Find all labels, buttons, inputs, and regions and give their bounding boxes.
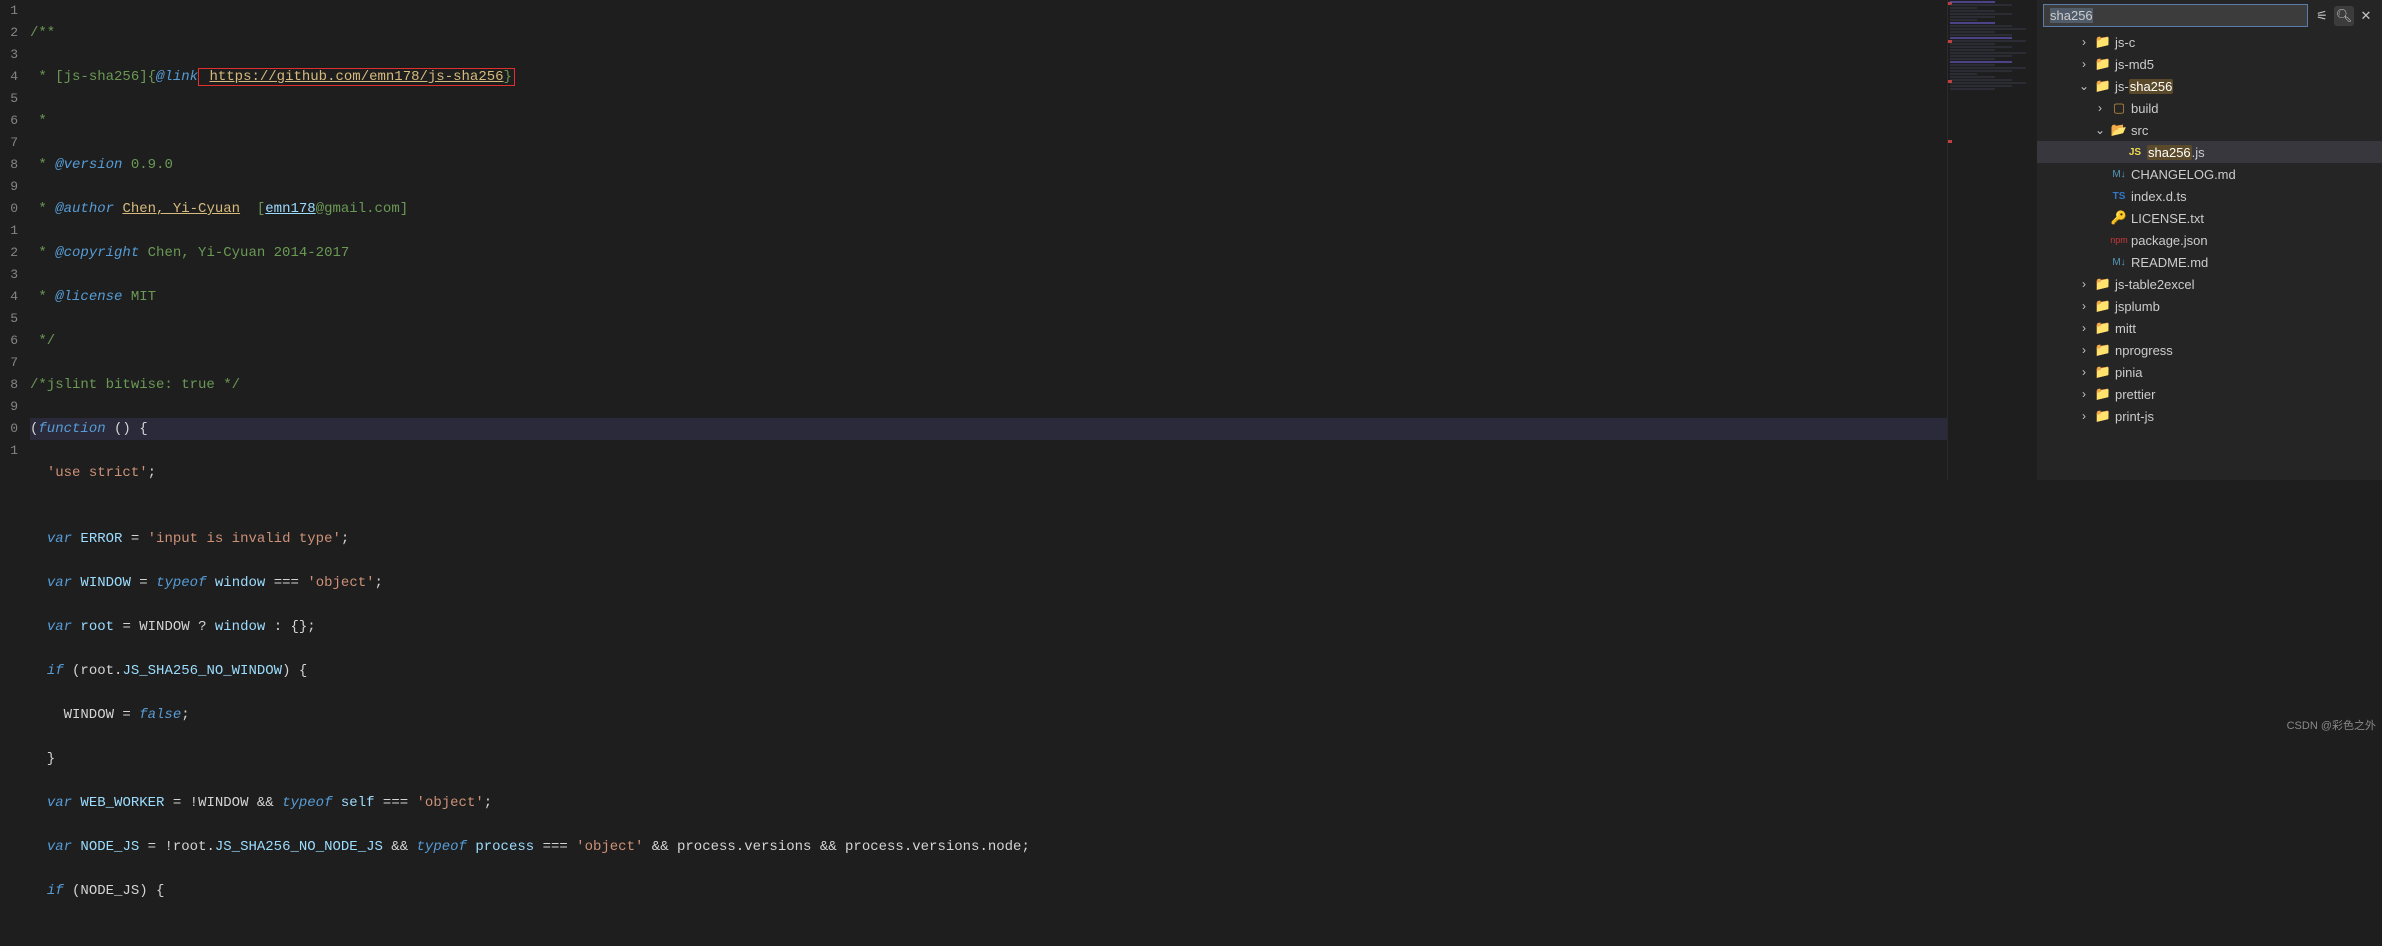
tree-label: nprogress — [2115, 343, 2173, 358]
tree-label: CHANGELOG.md — [2131, 167, 2236, 182]
line-gutter: 123456789012345678901 — [0, 0, 30, 480]
chevron-icon[interactable]: › — [2077, 299, 2091, 313]
tree-item-sha256-js[interactable]: JS sha256.js — [2037, 141, 2382, 163]
chevron-icon[interactable]: ⌄ — [2077, 79, 2091, 93]
watermark: CSDN @彩色之外 — [2287, 717, 2376, 733]
search-submit-icon[interactable]: 🔍︎ — [2334, 6, 2354, 26]
tree-item-readme-md[interactable]: M↓ README.md — [2037, 251, 2382, 273]
tree-label: js-md5 — [2115, 57, 2154, 72]
chevron-icon[interactable]: ⌄ — [2093, 123, 2107, 137]
explorer-search-input[interactable]: sha256 — [2043, 4, 2308, 27]
close-search-icon[interactable]: ✕ — [2356, 6, 2376, 26]
version-value: 0.9.0 — [122, 157, 172, 173]
copyright-value: Chen, Yi-Cyuan 2014-2017 — [139, 245, 349, 261]
minimap[interactable] — [1947, 0, 2037, 480]
redbox-link: https://github.com/emn178/js-sha256} — [198, 68, 515, 86]
tree-label: pinia — [2115, 365, 2142, 380]
folder-icon: 📁 — [2095, 276, 2111, 292]
folder-src-icon: 📂 — [2111, 122, 2127, 138]
folder-icon: 📁 — [2095, 342, 2111, 358]
tree-label: js-sha256 — [2115, 79, 2173, 94]
file-md-icon: M↓ — [2111, 257, 2127, 268]
filter-icon[interactable]: ⚟ — [2312, 6, 2332, 26]
license-value: MIT — [122, 289, 156, 305]
file-tree: › 📁 js-c › 📁 js-md5 ⌄ 📁 js-sha256 › ▢ build ⌄ 📂 src JS s… — [2037, 31, 2382, 480]
explorer-sidebar: sha256 ⚟ 🔍︎ ✕ ›📁js-c›📁js-md5⌄📁js-sha256›… — [2037, 0, 2382, 480]
tree-label: index.d.ts — [2131, 189, 2187, 204]
use-strict: 'use strict' — [47, 465, 148, 481]
file-ts-icon: TS — [2111, 191, 2127, 202]
folder-icon: 📁 — [2095, 56, 2111, 72]
tree-label: prettier — [2115, 387, 2155, 402]
jsdoc-copyright-tag: @copyright — [55, 245, 139, 261]
jsdoc-license-tag: @license — [55, 289, 122, 305]
chevron-icon[interactable]: › — [2077, 57, 2091, 71]
github-link[interactable]: https://github.com/emn178/js-sha256 — [209, 69, 503, 85]
chevron-icon[interactable]: › — [2077, 277, 2091, 291]
tree-item-index-d-ts[interactable]: TS index.d.ts — [2037, 185, 2382, 207]
tree-item-prettier[interactable]: › 📁 prettier — [2037, 383, 2382, 405]
file-md-icon: M↓ — [2111, 169, 2127, 180]
tree-item-pinia[interactable]: › 📁 pinia — [2037, 361, 2382, 383]
author-email: emn178 — [265, 201, 315, 217]
chevron-icon[interactable]: › — [2077, 321, 2091, 335]
tree-item-jsplumb[interactable]: › 📁 jsplumb — [2037, 295, 2382, 317]
file-lic-icon: 🔑 — [2111, 210, 2127, 226]
tree-label: sha256.js — [2147, 145, 2205, 160]
tree-item-package-json[interactable]: npm package.json — [2037, 229, 2382, 251]
tree-item-build[interactable]: › ▢ build — [2037, 97, 2382, 119]
error-string: 'input is invalid type' — [148, 531, 341, 547]
chevron-icon[interactable]: › — [2077, 409, 2091, 423]
jsdoc-author-tag: @author — [55, 201, 114, 217]
chevron-icon[interactable]: › — [2077, 35, 2091, 49]
tree-label: mitt — [2115, 321, 2136, 336]
tree-item-js-table2excel[interactable]: › 📁 js-table2excel — [2037, 273, 2382, 295]
tree-item-js-sha256[interactable]: ⌄ 📁 js-sha256 — [2037, 75, 2382, 97]
tree-label: src — [2131, 123, 2148, 138]
tree-item-js-c[interactable]: › 📁 js-c — [2037, 31, 2382, 53]
function-keyword: function — [38, 421, 105, 437]
tree-item-mitt[interactable]: › 📁 mitt — [2037, 317, 2382, 339]
tree-label: LICENSE.txt — [2131, 211, 2204, 226]
jsdoc-name: [js-sha256] — [55, 69, 147, 85]
chevron-icon[interactable]: › — [2077, 343, 2091, 357]
folder-icon: 📁 — [2095, 386, 2111, 402]
editor-area: 123456789012345678901 /** * [js-sha256]{… — [0, 0, 2037, 480]
chevron-icon[interactable]: › — [2093, 101, 2107, 115]
author-name: Chen, Yi-Cyuan — [122, 201, 240, 217]
chevron-icon[interactable]: › — [2077, 387, 2091, 401]
tree-label: package.json — [2131, 233, 2208, 248]
tree-label: js-table2excel — [2115, 277, 2195, 292]
folder-icon: 📁 — [2095, 408, 2111, 424]
jslint-directive: /*jslint bitwise: true */ — [30, 377, 240, 393]
explorer-search-bar: sha256 ⚟ 🔍︎ ✕ — [2037, 0, 2382, 31]
folder-icon: 📁 — [2095, 34, 2111, 50]
jsdoc-link-tag: @link — [156, 69, 198, 85]
folder-alt-icon: ▢ — [2111, 100, 2127, 116]
tree-label: js-c — [2115, 35, 2135, 50]
jsdoc-version-tag: @version — [55, 157, 122, 173]
folder-icon: 📁 — [2095, 298, 2111, 314]
code-content[interactable]: /** * [js-sha256]{@link https://github.c… — [30, 0, 1947, 480]
tree-label: README.md — [2131, 255, 2208, 270]
tree-item-nprogress[interactable]: › 📁 nprogress — [2037, 339, 2382, 361]
tree-item-js-md5[interactable]: › 📁 js-md5 — [2037, 53, 2382, 75]
file-npm-icon: npm — [2111, 235, 2127, 245]
tree-label: print-js — [2115, 409, 2154, 424]
tree-label: build — [2131, 101, 2158, 116]
tree-item-license-txt[interactable]: 🔑 LICENSE.txt — [2037, 207, 2382, 229]
folder-icon: 📁 — [2095, 320, 2111, 336]
tree-item-print-js[interactable]: › 📁 print-js — [2037, 405, 2382, 427]
chevron-icon[interactable]: › — [2077, 365, 2091, 379]
tree-item-changelog-md[interactable]: M↓ CHANGELOG.md — [2037, 163, 2382, 185]
tree-item-src[interactable]: ⌄ 📂 src — [2037, 119, 2382, 141]
folder-icon: 📁 — [2095, 78, 2111, 94]
tree-label: jsplumb — [2115, 299, 2160, 314]
file-js-icon: JS — [2127, 147, 2143, 158]
folder-icon: 📁 — [2095, 364, 2111, 380]
